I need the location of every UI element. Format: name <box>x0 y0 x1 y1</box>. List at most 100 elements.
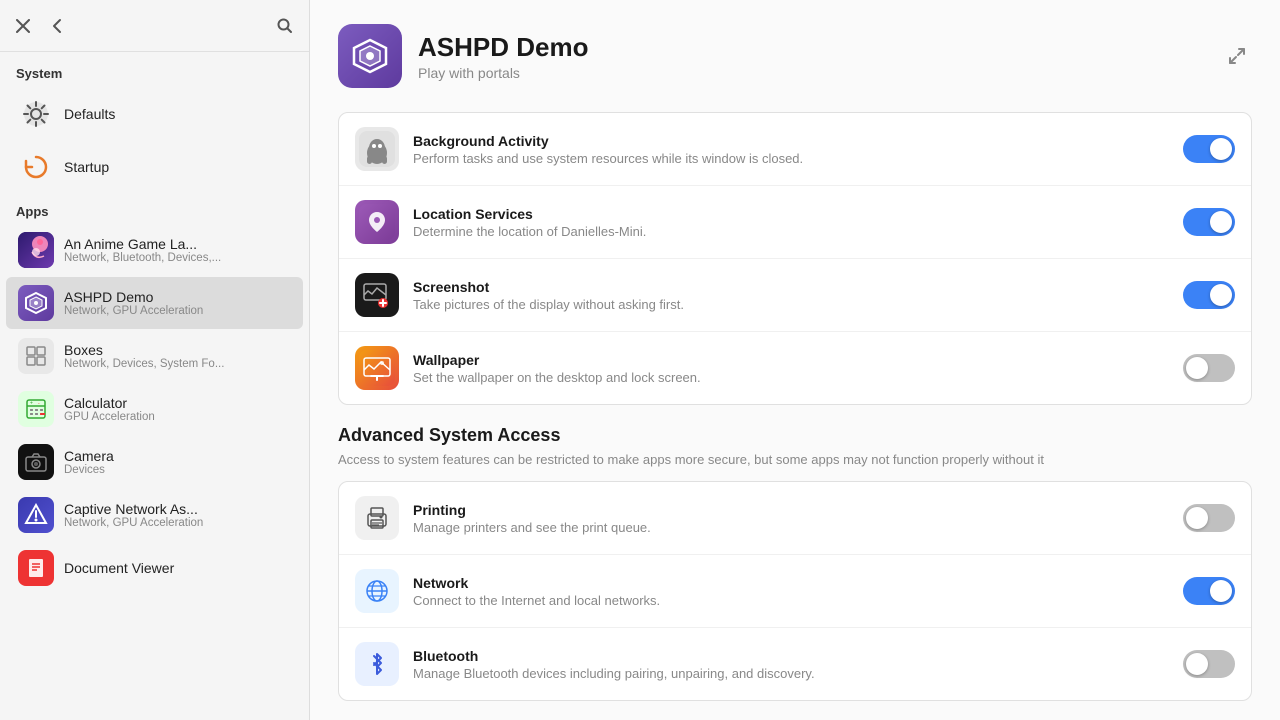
camera-icon <box>18 444 54 480</box>
printing-text: Printing Manage printers and see the pri… <box>413 502 1169 535</box>
back-button[interactable] <box>46 14 70 38</box>
location-services-row: Location Services Determine the location… <box>339 186 1251 259</box>
sidebar-item-camera[interactable]: Camera Devices <box>6 436 303 488</box>
document-viewer-icon <box>18 550 54 586</box>
boxes-title: Boxes <box>64 342 224 358</box>
permissions-group: Background Activity Perform tasks and us… <box>338 112 1252 405</box>
printing-desc: Manage printers and see the print queue. <box>413 520 1169 535</box>
anime-game-text: An Anime Game La... Network, Bluetooth, … <box>64 236 221 264</box>
sidebar-item-captive-network[interactable]: Captive Network As... Network, GPU Accel… <box>6 489 303 541</box>
anime-game-title: An Anime Game La... <box>64 236 221 252</box>
bluetooth-toggle[interactable] <box>1183 650 1235 678</box>
boxes-text: Boxes Network, Devices, System Fo... <box>64 342 224 370</box>
ashpd-text: ASHPD Demo Network, GPU Acceleration <box>64 289 203 317</box>
bluetooth-row: Bluetooth Manage Bluetooth devices inclu… <box>339 628 1251 700</box>
close-button[interactable] <box>12 15 34 37</box>
sidebar-item-ashpd-demo[interactable]: ASHPD Demo Network, GPU Acceleration <box>6 277 303 329</box>
advanced-section-label: Advanced System Access <box>338 425 1252 446</box>
wallpaper-title: Wallpaper <box>413 352 1169 368</box>
bluetooth-icon <box>355 642 399 686</box>
sidebar-item-defaults[interactable]: Defaults <box>6 88 303 140</box>
sidebar: System Defaults <box>0 0 310 720</box>
location-services-toggle[interactable] <box>1183 208 1235 236</box>
wallpaper-icon <box>355 346 399 390</box>
camera-sub: Devices <box>64 464 114 476</box>
main-content: ASHPD Demo Play with portals <box>310 0 1280 720</box>
document-viewer-title: Document Viewer <box>64 560 174 576</box>
calculator-title: Calculator <box>64 395 155 411</box>
anime-game-icon <box>18 232 54 268</box>
wallpaper-row: Wallpaper Set the wallpaper on the deskt… <box>339 332 1251 404</box>
captive-network-title: Captive Network As... <box>64 501 203 517</box>
startup-title: Startup <box>64 159 109 175</box>
expand-button[interactable] <box>1222 41 1252 71</box>
sidebar-item-calculator[interactable]: + - Calculator GPU Acceleration <box>6 383 303 435</box>
bluetooth-title: Bluetooth <box>413 648 1169 664</box>
background-activity-toggle[interactable] <box>1183 135 1235 163</box>
screenshot-text: Screenshot Take pictures of the display … <box>413 279 1169 312</box>
network-toggle[interactable] <box>1183 577 1235 605</box>
ashpd-sub: Network, GPU Acceleration <box>64 305 203 317</box>
network-title: Network <box>413 575 1169 591</box>
app-header-text: ASHPD Demo Play with portals <box>418 32 588 81</box>
screenshot-row: Screenshot Take pictures of the display … <box>339 259 1251 332</box>
location-services-title: Location Services <box>413 206 1169 222</box>
startup-text: Startup <box>64 159 109 175</box>
sidebar-item-anime-game[interactable]: An Anime Game La... Network, Bluetooth, … <box>6 224 303 276</box>
screenshot-title: Screenshot <box>413 279 1169 295</box>
background-activity-title: Background Activity <box>413 133 1169 149</box>
calculator-text: Calculator GPU Acceleration <box>64 395 155 423</box>
background-activity-text: Background Activity Perform tasks and us… <box>413 133 1169 166</box>
advanced-section-desc: Access to system features can be restric… <box>338 452 1252 467</box>
captive-network-icon <box>18 497 54 533</box>
defaults-title: Defaults <box>64 106 115 122</box>
wallpaper-text: Wallpaper Set the wallpaper on the deskt… <box>413 352 1169 385</box>
camera-title: Camera <box>64 448 114 464</box>
app-title: ASHPD Demo <box>418 32 588 63</box>
defaults-text: Defaults <box>64 106 115 122</box>
printing-row: Printing Manage printers and see the pri… <box>339 482 1251 555</box>
network-icon <box>355 569 399 613</box>
sidebar-item-boxes[interactable]: Boxes Network, Devices, System Fo... <box>6 330 303 382</box>
sidebar-top-bar <box>0 0 309 52</box>
boxes-icon <box>18 338 54 374</box>
app-header-icon <box>338 24 402 88</box>
background-activity-desc: Perform tasks and use system resources w… <box>413 151 1169 166</box>
anime-game-sub: Network, Bluetooth, Devices,... <box>64 252 221 264</box>
network-row: Network Connect to the Internet and loca… <box>339 555 1251 628</box>
search-button[interactable] <box>273 14 297 38</box>
svg-text:+: + <box>30 401 33 407</box>
document-viewer-text: Document Viewer <box>64 560 174 576</box>
printing-toggle-knob <box>1186 507 1208 529</box>
calculator-sub: GPU Acceleration <box>64 411 155 423</box>
advanced-permissions-group: Printing Manage printers and see the pri… <box>338 481 1252 701</box>
wallpaper-toggle[interactable] <box>1183 354 1235 382</box>
system-section-label: System <box>0 52 309 87</box>
location-services-desc: Determine the location of Danielles-Mini… <box>413 224 1169 239</box>
bluetooth-text: Bluetooth Manage Bluetooth devices inclu… <box>413 648 1169 681</box>
sidebar-item-document-viewer[interactable]: Document Viewer <box>6 542 303 594</box>
printing-title: Printing <box>413 502 1169 518</box>
camera-text: Camera Devices <box>64 448 114 476</box>
location-services-icon <box>355 200 399 244</box>
location-services-toggle-knob <box>1210 211 1232 233</box>
screenshot-desc: Take pictures of the display without ask… <box>413 297 1169 312</box>
captive-network-sub: Network, GPU Acceleration <box>64 517 203 529</box>
app-subtitle: Play with portals <box>418 65 588 81</box>
printing-icon <box>355 496 399 540</box>
defaults-icon <box>18 96 54 132</box>
screenshot-icon <box>355 273 399 317</box>
screenshot-toggle-knob <box>1210 284 1232 306</box>
network-desc: Connect to the Internet and local networ… <box>413 593 1169 608</box>
startup-icon <box>18 149 54 185</box>
background-activity-row: Background Activity Perform tasks and us… <box>339 113 1251 186</box>
ashpd-title: ASHPD Demo <box>64 289 203 305</box>
calculator-icon: + - <box>18 391 54 427</box>
background-activity-icon <box>355 127 399 171</box>
printing-toggle[interactable] <box>1183 504 1235 532</box>
network-text: Network Connect to the Internet and loca… <box>413 575 1169 608</box>
screenshot-toggle[interactable] <box>1183 281 1235 309</box>
sidebar-item-startup[interactable]: Startup <box>6 141 303 193</box>
location-services-text: Location Services Determine the location… <box>413 206 1169 239</box>
captive-network-text: Captive Network As... Network, GPU Accel… <box>64 501 203 529</box>
